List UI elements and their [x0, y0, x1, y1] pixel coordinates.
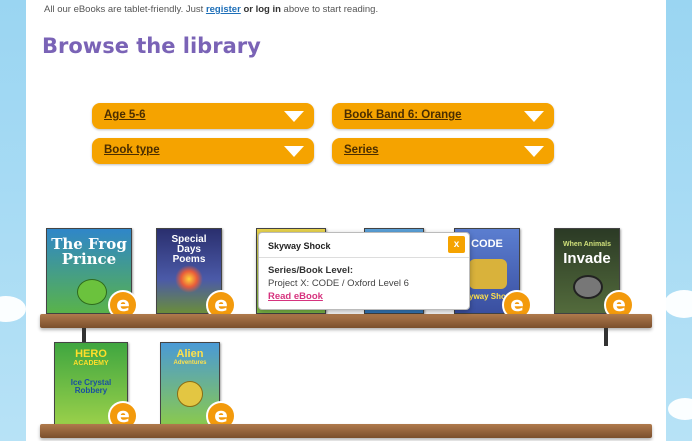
intro-text: All our eBooks are tablet-friendly. Just… — [44, 4, 379, 15]
series-filter-dropdown[interactable]: Series — [332, 138, 554, 164]
alien-illustration — [177, 381, 203, 407]
chevron-down-icon — [524, 111, 544, 122]
popup-divider — [259, 257, 469, 258]
sky-background-left — [0, 0, 26, 441]
filter-label: Age 5-6 — [104, 109, 146, 121]
library-panel: All our eBooks are tablet-friendly. Just… — [26, 0, 666, 441]
close-button[interactable]: x — [448, 236, 465, 253]
frog-illustration — [77, 279, 107, 305]
bookshelf-bottom — [40, 424, 652, 438]
age-filter-dropdown[interactable]: Age 5-6 — [92, 103, 314, 129]
chevron-down-icon — [284, 111, 304, 122]
read-ebook-link[interactable]: Read eBook — [268, 291, 323, 302]
popup-title: Skyway Shock — [268, 241, 331, 251]
shelf-bracket — [604, 328, 608, 346]
fireworks-illustration — [175, 265, 203, 293]
characters-illustration — [469, 259, 507, 289]
bookshelf-top — [40, 314, 652, 328]
filter-label: Book Band 6: Orange — [344, 109, 462, 121]
series-label: Series/Book Level: — [268, 265, 354, 276]
book-info-popup: Skyway Shock x Series/Book Level: Projec… — [258, 232, 470, 310]
book-band-filter-dropdown[interactable]: Book Band 6: Orange — [332, 103, 554, 129]
chevron-down-icon — [524, 146, 544, 157]
register-link[interactable]: register — [206, 4, 241, 15]
chevron-down-icon — [284, 146, 304, 157]
login-link[interactable]: or log in — [243, 4, 280, 15]
filter-label: Series — [344, 144, 379, 156]
series-value: Project X: CODE / Oxford Level 6 — [268, 278, 409, 289]
raccoon-illustration — [573, 275, 603, 299]
book-type-filter-dropdown[interactable]: Book type — [92, 138, 314, 164]
sky-background-right — [666, 0, 692, 441]
page-title: Browse the library — [42, 34, 261, 58]
filter-label: Book type — [104, 144, 160, 156]
